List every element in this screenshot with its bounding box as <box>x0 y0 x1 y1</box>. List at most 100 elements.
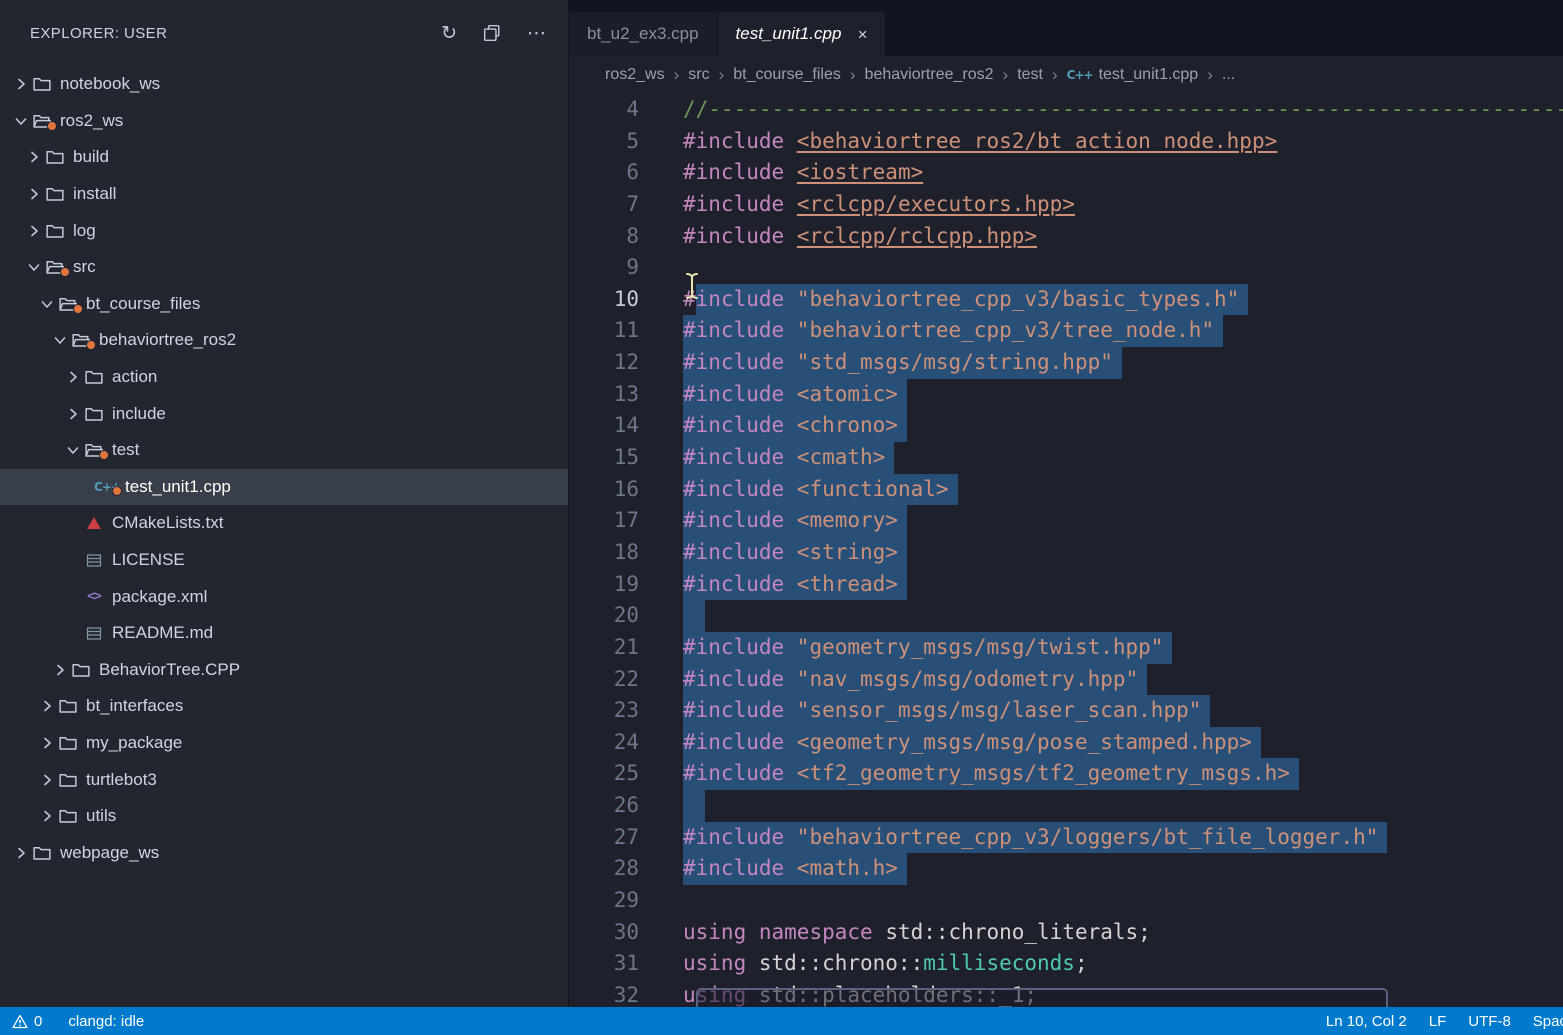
chevron-right-icon[interactable] <box>12 76 30 92</box>
tree-item-test[interactable]: test <box>0 432 568 469</box>
code-line-23[interactable]: 23#include "sensor_msgs/msg/laser_scan.h… <box>569 695 1563 727</box>
code-line-29[interactable]: 29 <box>569 885 1563 917</box>
problems-indicator[interactable]: 0 <box>12 1013 42 1030</box>
close-icon[interactable]: × <box>857 26 867 43</box>
split-editor-icon[interactable] <box>483 24 501 42</box>
code-line-10[interactable]: 10#include "behaviortree_cpp_v3/basic_ty… <box>569 284 1563 316</box>
chevron-right-icon[interactable] <box>38 735 56 751</box>
chevron-right-icon[interactable] <box>25 149 43 165</box>
tree-item-label: test <box>112 440 139 460</box>
breadcrumb-item-behaviortree_ros2[interactable]: behaviortree_ros2 <box>865 66 994 84</box>
tree-item-action[interactable]: action <box>0 359 568 396</box>
code-line-18[interactable]: 18#include <string> <box>569 537 1563 569</box>
code-line-5[interactable]: 5#include <behaviortree_ros2/bt_action_n… <box>569 126 1563 158</box>
status-cursor-position[interactable]: Ln 10, Col 2 <box>1326 1013 1407 1030</box>
tree-item-log[interactable]: log <box>0 212 568 249</box>
code-line-22[interactable]: 22#include "nav_msgs/msg/odometry.hpp" <box>569 664 1563 696</box>
code-editor[interactable]: 4//-------------------------------------… <box>569 94 1563 1007</box>
code-line-14[interactable]: 14#include <chrono> <box>569 410 1563 442</box>
code-line-19[interactable]: 19#include <thread> <box>569 569 1563 601</box>
chevron-right-icon[interactable] <box>38 698 56 714</box>
tab-test_unit1.cpp[interactable]: test_unit1.cpp× <box>718 12 887 56</box>
warning-icon <box>12 1014 28 1029</box>
tree-item-utils[interactable]: utils <box>0 798 568 835</box>
tree-item-build[interactable]: build <box>0 139 568 176</box>
tree-item-bt_course_files[interactable]: bt_course_files <box>0 286 568 323</box>
line-number: 31 <box>569 948 639 980</box>
code-line-24[interactable]: 24#include <geometry_msgs/msg/pose_stamp… <box>569 727 1563 759</box>
status-indentation[interactable]: Spac <box>1533 1013 1563 1030</box>
breadcrumb: ros2_ws›src›bt_course_files›behaviortree… <box>569 56 1563 94</box>
language-server-status[interactable]: clangd: idle <box>68 1013 144 1030</box>
code-line-11[interactable]: 11#include "behaviortree_cpp_v3/tree_nod… <box>569 315 1563 347</box>
tree-item-my_package[interactable]: my_package <box>0 725 568 762</box>
code-line-30[interactable]: 30using namespace std::chrono_literals; <box>569 917 1563 949</box>
code-line-7[interactable]: 7#include <rclcpp/executors.hpp> <box>569 189 1563 221</box>
tree-item-test_unit1.cpp[interactable]: C++test_unit1.cpp <box>0 469 568 506</box>
code-line-4[interactable]: 4//-------------------------------------… <box>569 94 1563 126</box>
breadcrumb-item-ros2_ws[interactable]: ros2_ws <box>605 66 665 84</box>
code-line-12[interactable]: 12#include "std_msgs/msg/string.hpp" <box>569 347 1563 379</box>
chevron-down-icon[interactable] <box>12 113 30 129</box>
tree-item-README.md[interactable]: README.md <box>0 615 568 652</box>
tree-item-bt_interfaces[interactable]: bt_interfaces <box>0 688 568 725</box>
code-line-content: #include <functional> <box>639 474 1563 506</box>
selection-highlight: #include <atomic> <box>683 379 907 411</box>
chevron-down-icon[interactable] <box>38 296 56 312</box>
status-encoding[interactable]: UTF-8 <box>1468 1013 1511 1030</box>
tree-item-LICENSE[interactable]: LICENSE <box>0 542 568 579</box>
chevron-right-icon[interactable] <box>25 223 43 239</box>
code-line-content: #include <behaviortree_ros2/bt_action_no… <box>639 126 1563 158</box>
tree-item-ros2_ws[interactable]: ros2_ws <box>0 103 568 140</box>
tree-item-notebook_ws[interactable]: notebook_ws <box>0 66 568 103</box>
tree-item-install[interactable]: install <box>0 176 568 213</box>
breadcrumb-item-...[interactable]: ... <box>1222 66 1235 84</box>
code-line-28[interactable]: 28#include <math.h> <box>569 853 1563 885</box>
folder-icon <box>56 698 80 714</box>
code-line-13[interactable]: 13#include <atomic> <box>569 379 1563 411</box>
code-line-27[interactable]: 27#include "behaviortree_cpp_v3/loggers/… <box>569 822 1563 854</box>
chevron-right-icon[interactable] <box>12 845 30 861</box>
chevron-right-icon[interactable] <box>25 186 43 202</box>
tree-item-CMakeLists.txt[interactable]: CMakeLists.txt <box>0 505 568 542</box>
folder-icon <box>82 406 106 422</box>
code-line-8[interactable]: 8#include <rclcpp/rclcpp.hpp> <box>569 221 1563 253</box>
chevron-right-icon[interactable] <box>64 369 82 385</box>
tree-item-package.xml[interactable]: <>package.xml <box>0 578 568 615</box>
code-line-17[interactable]: 17#include <memory> <box>569 505 1563 537</box>
refresh-icon[interactable]: ↻ <box>441 24 457 43</box>
more-actions-icon[interactable]: ⋯ <box>527 24 546 43</box>
chevron-right-icon[interactable] <box>38 772 56 788</box>
tab-bt_u2_ex3.cpp[interactable]: bt_u2_ex3.cpp <box>569 12 718 56</box>
code-line-6[interactable]: 6#include <iostream> <box>569 157 1563 189</box>
code-line-content: #include <geometry_msgs/msg/pose_stamped… <box>639 727 1563 759</box>
code-line-content: #include <atomic> <box>639 379 1563 411</box>
code-line-20[interactable]: 20 <box>569 600 1563 632</box>
tree-item-include[interactable]: include <box>0 395 568 432</box>
code-line-15[interactable]: 15#include <cmath> <box>569 442 1563 474</box>
chevron-down-icon[interactable] <box>64 442 82 458</box>
tree-item-turtlebot3[interactable]: turtlebot3 <box>0 761 568 798</box>
breadcrumb-item-src[interactable]: src <box>688 66 709 84</box>
status-eol[interactable]: LF <box>1429 1013 1447 1030</box>
code-line-26[interactable]: 26 <box>569 790 1563 822</box>
tree-item-src[interactable]: src <box>0 249 568 286</box>
folder-open-icon <box>30 113 54 129</box>
chevron-right-icon[interactable] <box>51 662 69 678</box>
chevron-right-icon[interactable] <box>38 808 56 824</box>
chevron-down-icon[interactable] <box>51 332 69 348</box>
code-line-21[interactable]: 21#include "geometry_msgs/msg/twist.hpp" <box>569 632 1563 664</box>
breadcrumb-item-test_unit1.cpp[interactable]: C++test_unit1.cpp <box>1067 66 1199 84</box>
chevron-right-icon[interactable] <box>64 406 82 422</box>
vscode-window: EXPLORER: USER ↻ ⋯ notebook_wsros2_wsbui… <box>0 0 1563 1007</box>
breadcrumb-item-bt_course_files[interactable]: bt_course_files <box>733 66 841 84</box>
breadcrumb-item-test[interactable]: test <box>1017 66 1043 84</box>
code-line-31[interactable]: 31using std::chrono::milliseconds; <box>569 948 1563 980</box>
tree-item-webpage_ws[interactable]: webpage_ws <box>0 834 568 871</box>
code-line-25[interactable]: 25#include <tf2_geometry_msgs/tf2_geomet… <box>569 758 1563 790</box>
code-line-9[interactable]: 9 <box>569 252 1563 284</box>
code-line-16[interactable]: 16#include <functional> <box>569 474 1563 506</box>
tree-item-BehaviorTree.CPP[interactable]: BehaviorTree.CPP <box>0 652 568 689</box>
chevron-down-icon[interactable] <box>25 259 43 275</box>
tree-item-behaviortree_ros2[interactable]: behaviortree_ros2 <box>0 322 568 359</box>
